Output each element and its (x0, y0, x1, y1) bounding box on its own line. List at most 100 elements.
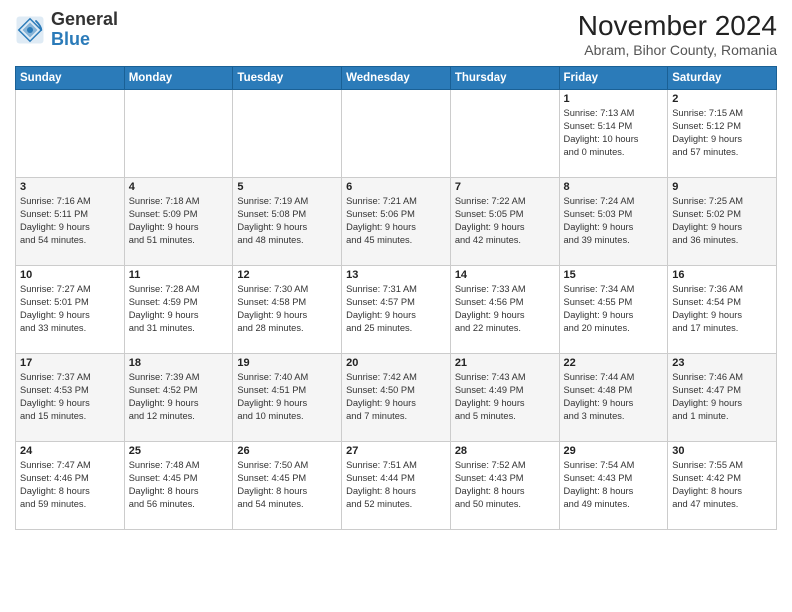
day-cell-0-2 (233, 90, 342, 178)
day-info: Sunrise: 7:48 AM Sunset: 4:45 PM Dayligh… (129, 459, 229, 511)
week-row-5: 24 Sunrise: 7:47 AM Sunset: 4:46 PM Dayli… (16, 442, 777, 530)
day-cell-1-4: 7 Sunrise: 7:22 AM Sunset: 5:05 PM Daylig… (450, 178, 559, 266)
location-subtitle: Abram, Bihor County, Romania (578, 42, 777, 58)
day-number: 21 (455, 357, 555, 369)
day-info: Sunrise: 7:54 AM Sunset: 4:43 PM Dayligh… (564, 459, 664, 511)
day-number: 18 (129, 357, 229, 369)
day-number: 26 (237, 445, 337, 457)
day-info: Sunrise: 7:24 AM Sunset: 5:03 PM Dayligh… (564, 195, 664, 247)
logo-blue: Blue (51, 29, 90, 49)
day-number: 11 (129, 269, 229, 281)
day-cell-1-2: 5 Sunrise: 7:19 AM Sunset: 5:08 PM Daylig… (233, 178, 342, 266)
day-info: Sunrise: 7:43 AM Sunset: 4:49 PM Dayligh… (455, 371, 555, 423)
day-cell-4-5: 29Sunrise: 7:54 AM Sunset: 4:43 PM Dayli… (559, 442, 668, 530)
day-number: 4 (129, 181, 229, 193)
day-cell-1-5: 8 Sunrise: 7:24 AM Sunset: 5:03 PM Daylig… (559, 178, 668, 266)
logo-icon (15, 15, 45, 45)
day-cell-3-0: 17Sunrise: 7:37 AM Sunset: 4:53 PM Dayli… (16, 354, 125, 442)
day-cell-4-6: 30 Sunrise: 7:55 AM Sunset: 4:42 PM Dayli… (668, 442, 777, 530)
day-number: 2 (672, 93, 772, 105)
day-info: Sunrise: 7:28 AM Sunset: 4:59 PM Dayligh… (129, 283, 229, 335)
day-info: Sunrise: 7:15 AM Sunset: 5:12 PM Dayligh… (672, 107, 772, 159)
day-cell-3-1: 18 Sunrise: 7:39 AM Sunset: 4:52 PM Dayli… (124, 354, 233, 442)
week-row-2: 3 Sunrise: 7:16 AM Sunset: 5:11 PM Daylig… (16, 178, 777, 266)
day-info: Sunrise: 7:34 AM Sunset: 4:55 PM Dayligh… (564, 283, 664, 335)
day-info: Sunrise: 7:16 AM Sunset: 5:11 PM Dayligh… (20, 195, 120, 247)
day-cell-1-3: 6 Sunrise: 7:21 AM Sunset: 5:06 PM Daylig… (342, 178, 451, 266)
day-cell-2-3: 13 Sunrise: 7:31 AM Sunset: 4:57 PM Dayli… (342, 266, 451, 354)
header-wednesday: Wednesday (342, 67, 451, 90)
day-number: 1 (564, 93, 664, 105)
header-monday: Monday (124, 67, 233, 90)
header-thursday: Thursday (450, 67, 559, 90)
day-info: Sunrise: 7:22 AM Sunset: 5:05 PM Dayligh… (455, 195, 555, 247)
day-cell-3-4: 21 Sunrise: 7:43 AM Sunset: 4:49 PM Dayli… (450, 354, 559, 442)
day-number: 12 (237, 269, 337, 281)
title-block: November 2024 Abram, Bihor County, Roman… (578, 10, 777, 58)
week-row-1: 1 Sunrise: 7:13 AM Sunset: 5:14 PM Daylig… (16, 90, 777, 178)
day-info: Sunrise: 7:13 AM Sunset: 5:14 PM Dayligh… (564, 107, 664, 159)
calendar-table: Sunday Monday Tuesday Wednesday Thursday… (15, 66, 777, 530)
day-cell-4-0: 24 Sunrise: 7:47 AM Sunset: 4:46 PM Dayli… (16, 442, 125, 530)
day-info: Sunrise: 7:31 AM Sunset: 4:57 PM Dayligh… (346, 283, 446, 335)
day-cell-4-4: 28Sunrise: 7:52 AM Sunset: 4:43 PM Dayli… (450, 442, 559, 530)
day-number: 14 (455, 269, 555, 281)
day-info: Sunrise: 7:21 AM Sunset: 5:06 PM Dayligh… (346, 195, 446, 247)
day-cell-2-0: 10 Sunrise: 7:27 AM Sunset: 5:01 PM Dayli… (16, 266, 125, 354)
day-number: 28 (455, 445, 555, 457)
day-info: Sunrise: 7:50 AM Sunset: 4:45 PM Dayligh… (237, 459, 337, 511)
day-number: 20 (346, 357, 446, 369)
day-number: 3 (20, 181, 120, 193)
header: General Blue November 2024 Abram, Bihor … (15, 10, 777, 58)
day-info: Sunrise: 7:47 AM Sunset: 4:46 PM Dayligh… (20, 459, 120, 511)
day-info: Sunrise: 7:40 AM Sunset: 4:51 PM Dayligh… (237, 371, 337, 423)
day-number: 16 (672, 269, 772, 281)
day-number: 23 (672, 357, 772, 369)
day-info: Sunrise: 7:18 AM Sunset: 5:09 PM Dayligh… (129, 195, 229, 247)
day-cell-2-6: 16Sunrise: 7:36 AM Sunset: 4:54 PM Dayli… (668, 266, 777, 354)
day-cell-1-1: 4 Sunrise: 7:18 AM Sunset: 5:09 PM Daylig… (124, 178, 233, 266)
day-number: 7 (455, 181, 555, 193)
day-cell-0-1 (124, 90, 233, 178)
day-info: Sunrise: 7:51 AM Sunset: 4:44 PM Dayligh… (346, 459, 446, 511)
day-cell-0-3 (342, 90, 451, 178)
day-info: Sunrise: 7:44 AM Sunset: 4:48 PM Dayligh… (564, 371, 664, 423)
week-row-3: 10 Sunrise: 7:27 AM Sunset: 5:01 PM Dayli… (16, 266, 777, 354)
day-cell-4-2: 26 Sunrise: 7:50 AM Sunset: 4:45 PM Dayli… (233, 442, 342, 530)
day-number: 8 (564, 181, 664, 193)
day-number: 15 (564, 269, 664, 281)
logo-text: General Blue (51, 10, 118, 50)
header-sunday: Sunday (16, 67, 125, 90)
header-saturday: Saturday (668, 67, 777, 90)
day-info: Sunrise: 7:42 AM Sunset: 4:50 PM Dayligh… (346, 371, 446, 423)
day-number: 9 (672, 181, 772, 193)
day-cell-2-4: 14Sunrise: 7:33 AM Sunset: 4:56 PM Dayli… (450, 266, 559, 354)
header-tuesday: Tuesday (233, 67, 342, 90)
weekday-header-row: Sunday Monday Tuesday Wednesday Thursday… (16, 67, 777, 90)
day-number: 22 (564, 357, 664, 369)
day-cell-0-5: 1 Sunrise: 7:13 AM Sunset: 5:14 PM Daylig… (559, 90, 668, 178)
day-info: Sunrise: 7:27 AM Sunset: 5:01 PM Dayligh… (20, 283, 120, 335)
day-info: Sunrise: 7:55 AM Sunset: 4:42 PM Dayligh… (672, 459, 772, 511)
day-cell-1-0: 3 Sunrise: 7:16 AM Sunset: 5:11 PM Daylig… (16, 178, 125, 266)
header-friday: Friday (559, 67, 668, 90)
day-number: 6 (346, 181, 446, 193)
page: General Blue November 2024 Abram, Bihor … (0, 0, 792, 612)
day-number: 5 (237, 181, 337, 193)
day-number: 25 (129, 445, 229, 457)
day-number: 24 (20, 445, 120, 457)
day-cell-0-4 (450, 90, 559, 178)
day-cell-1-6: 9Sunrise: 7:25 AM Sunset: 5:02 PM Daylig… (668, 178, 777, 266)
day-info: Sunrise: 7:39 AM Sunset: 4:52 PM Dayligh… (129, 371, 229, 423)
logo-general: General (51, 9, 118, 29)
day-cell-0-0 (16, 90, 125, 178)
day-number: 27 (346, 445, 446, 457)
day-cell-3-6: 23 Sunrise: 7:46 AM Sunset: 4:47 PM Dayli… (668, 354, 777, 442)
day-number: 10 (20, 269, 120, 281)
day-number: 13 (346, 269, 446, 281)
day-cell-4-1: 25 Sunrise: 7:48 AM Sunset: 4:45 PM Dayli… (124, 442, 233, 530)
day-info: Sunrise: 7:46 AM Sunset: 4:47 PM Dayligh… (672, 371, 772, 423)
day-info: Sunrise: 7:19 AM Sunset: 5:08 PM Dayligh… (237, 195, 337, 247)
day-number: 30 (672, 445, 772, 457)
day-number: 19 (237, 357, 337, 369)
